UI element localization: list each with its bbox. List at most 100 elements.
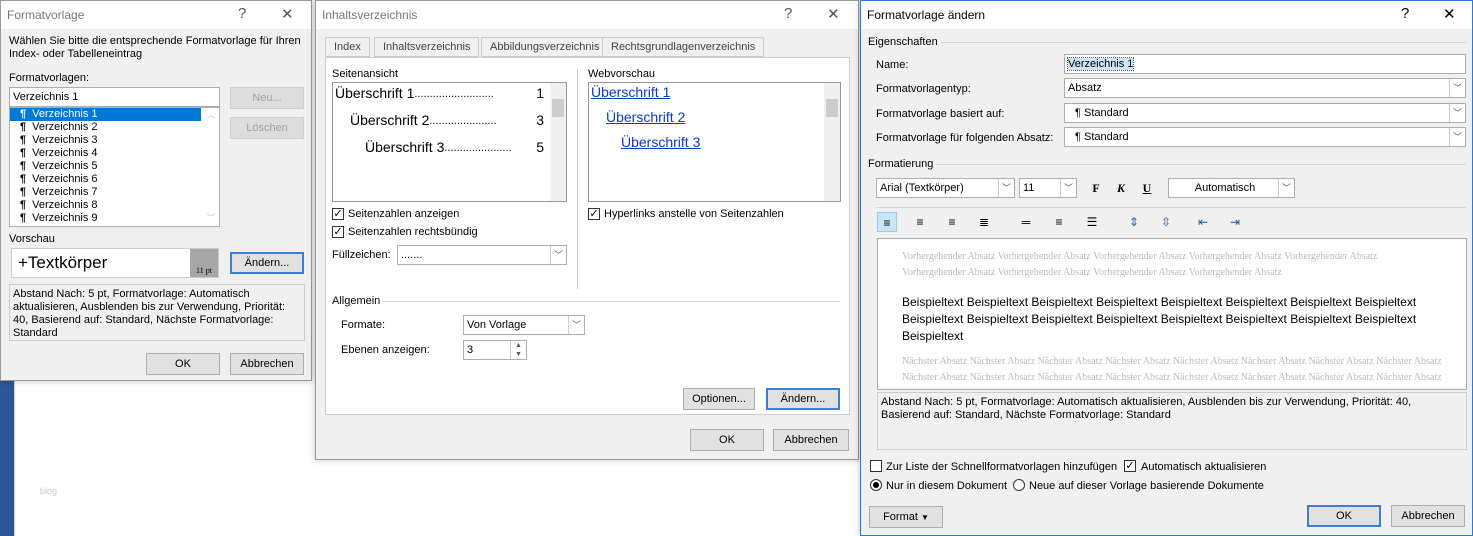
new-button[interactable]: Neu... <box>230 87 304 109</box>
tab-rechtsgrundlagenverzeichnis[interactable]: Rechtsgrundlagenverzeichnis <box>602 37 765 57</box>
web-preview-link[interactable]: Überschrift 2 <box>606 109 685 125</box>
entry-dots: ...................... <box>444 142 512 154</box>
chevron-down-icon: ﹀ <box>998 179 1014 197</box>
tab-inhaltsverzeichnis[interactable]: Inhaltsverzeichnis <box>374 37 480 57</box>
ok-button[interactable]: OK <box>146 353 220 375</box>
background-text: blog <box>40 486 58 496</box>
dialog-title: Inhaltsverzeichnis <box>322 8 418 22</box>
underline-button[interactable]: U <box>1137 178 1157 198</box>
help-button[interactable]: ? <box>784 5 792 22</box>
style-list-item[interactable]: ¶ Verzeichnis 5 <box>10 160 201 173</box>
align-left-icon[interactable]: ≡ <box>877 212 897 232</box>
auto-update-checkbox[interactable]: ✓ <box>1124 460 1136 472</box>
style-list-item[interactable]: ¶ Verzeichnis 6 <box>10 173 201 186</box>
levels-stepper[interactable]: 3 ▲ ▼ <box>463 340 527 360</box>
levels-label: Ebenen anzeigen: <box>341 344 430 356</box>
one-half-spacing-icon[interactable]: ≡ <box>1049 212 1069 232</box>
tab-leader-select[interactable]: ....... ﹀ <box>397 245 567 265</box>
ok-button[interactable]: OK <box>1307 505 1381 527</box>
new-documents-label: Neue auf dieser Vorlage basierende Dokum… <box>1029 480 1264 492</box>
decrease-spacing-icon[interactable]: ⇳ <box>1156 212 1176 232</box>
increase-spacing-icon[interactable]: ⇕ <box>1124 212 1144 232</box>
style-input[interactable]: Verzeichnis 1 <box>9 87 220 107</box>
right-align-checkbox[interactable]: ✓ <box>332 226 344 238</box>
hyperlinks-checkbox[interactable]: ✓ <box>588 208 600 220</box>
formats-select[interactable]: Von Vorlage ﹀ <box>463 315 585 335</box>
bold-button[interactable]: F <box>1086 178 1106 198</box>
title-bar: Formatvorlage ? ✕ <box>1 1 311 29</box>
chevron-down-icon: ﹀ <box>568 316 584 334</box>
type-select[interactable]: Absatz ﹀ <box>1064 78 1466 98</box>
help-button[interactable]: ? <box>1401 5 1409 22</box>
preview-scrollbar[interactable] <box>550 83 566 201</box>
cancel-button[interactable]: Abbrechen <box>1391 505 1465 527</box>
style-list-item[interactable]: ¶ Verzeichnis 3 <box>10 134 201 147</box>
ok-button[interactable]: OK <box>690 429 764 451</box>
help-button[interactable]: ? <box>238 5 246 22</box>
title-bar: Inhaltsverzeichnis ? ✕ <box>316 1 858 29</box>
close-button[interactable]: ✕ <box>1443 5 1456 23</box>
decrease-indent-icon[interactable]: ⇤ <box>1193 212 1213 232</box>
options-button[interactable]: Optionen... <box>683 388 755 410</box>
show-page-numbers-checkbox[interactable]: ✓ <box>332 208 344 220</box>
size-select[interactable]: 11 ﹀ <box>1019 178 1077 198</box>
styles-list[interactable]: ¶ Verzeichnis 1 ¶ Verzeichnis 2 ¶ Verzeichnis… <box>9 107 220 227</box>
single-spacing-icon[interactable]: ═ <box>1016 212 1036 232</box>
web-preview-link[interactable]: Überschrift 3 <box>621 134 700 150</box>
paragraph-icon: ¶ <box>20 108 27 120</box>
tab-index[interactable]: Index <box>325 37 370 57</box>
only-this-document-radio[interactable] <box>870 479 882 491</box>
name-input[interactable]: Verzeichnis 1 <box>1064 54 1466 74</box>
color-select[interactable]: Automatisch ﹀ <box>1168 178 1295 198</box>
next-style-select[interactable]: ¶ Standard ﹀ <box>1064 127 1466 147</box>
print-preview-label: Seitenansicht <box>332 68 399 80</box>
add-quick-styles-checkbox[interactable] <box>870 460 882 472</box>
style-name: Verzeichnis 8 <box>32 199 98 211</box>
close-button[interactable]: ✕ <box>827 5 840 23</box>
formatvorlage-dialog: Formatvorlage ? ✕ Wählen Sie bitte die e… <box>0 0 312 381</box>
dialog-title: Formatvorlage ändern <box>867 8 986 22</box>
next-paragraph: Nächster Absatz Nächster Absatz Nächster… <box>902 356 1442 389</box>
entry-dots: ...................... <box>429 115 497 127</box>
new-documents-radio[interactable] <box>1013 479 1025 491</box>
print-preview-entry: Überschrift 3...................... 5 <box>365 139 544 155</box>
align-center-icon[interactable]: ≡ <box>910 212 930 232</box>
double-spacing-icon[interactable]: ☰ <box>1082 212 1102 232</box>
style-list-item[interactable]: ¶ Verzeichnis 8 <box>10 199 201 212</box>
modify-button[interactable]: Ändern... <box>766 388 840 410</box>
modify-button[interactable]: Ändern... <box>230 252 304 274</box>
paragraph-icon: ¶ <box>1075 107 1081 119</box>
delete-button[interactable]: Löschen <box>230 117 304 139</box>
only-this-document-label: Nur in diesem Dokument <box>886 480 1008 492</box>
based-on-select[interactable]: ¶ Standard ﹀ <box>1064 103 1466 123</box>
cancel-button[interactable]: Abbrechen <box>773 429 849 451</box>
justify-icon[interactable]: ≣ <box>974 212 994 232</box>
style-list-item[interactable]: ¶ Verzeichnis 4 <box>10 147 201 160</box>
type-value: Absatz <box>1068 82 1102 94</box>
cancel-button[interactable]: Abbrechen <box>230 353 304 375</box>
format-menu-button[interactable]: Format ▼ <box>869 506 943 528</box>
size-value: 11 <box>1023 182 1035 194</box>
style-name: Verzeichnis 9 <box>32 212 98 224</box>
based-on-label: Formatvorlage basiert auf: <box>876 108 1005 120</box>
tab-abbildungsverzeichnis[interactable]: Abbildungsverzeichnis <box>481 37 609 57</box>
italic-button[interactable]: K <box>1111 178 1131 198</box>
style-name: Verzeichnis 5 <box>32 160 98 172</box>
entry-text: Überschrift 2 <box>350 112 430 128</box>
style-list-item[interactable]: ¶ Verzeichnis 1 <box>10 108 201 121</box>
web-preview-link[interactable]: Überschrift 1 <box>591 84 670 100</box>
increase-indent-icon[interactable]: ⇥ <box>1225 212 1245 232</box>
document-left-border <box>0 380 14 536</box>
style-list-item[interactable]: ¶ Verzeichnis 9 <box>10 212 201 225</box>
spinner-icon[interactable]: ▲ ▼ <box>510 341 526 359</box>
list-scrollbar[interactable]: ︿ ﹀ <box>203 108 219 226</box>
show-page-numbers-label: Seitenzahlen anzeigen <box>348 208 460 220</box>
preview-scrollbar[interactable] <box>824 83 840 201</box>
style-list-item[interactable]: ¶ Verzeichnis 2 <box>10 121 201 134</box>
close-button[interactable]: ✕ <box>281 5 294 23</box>
auto-update-label: Automatisch aktualisieren <box>1141 461 1267 473</box>
chevron-down-icon: ﹀ <box>1278 179 1294 197</box>
style-list-item[interactable]: ¶ Verzeichnis 7 <box>10 186 201 199</box>
align-right-icon[interactable]: ≡ <box>942 212 962 232</box>
font-select[interactable]: Arial (Textkörper) ﹀ <box>876 178 1015 198</box>
